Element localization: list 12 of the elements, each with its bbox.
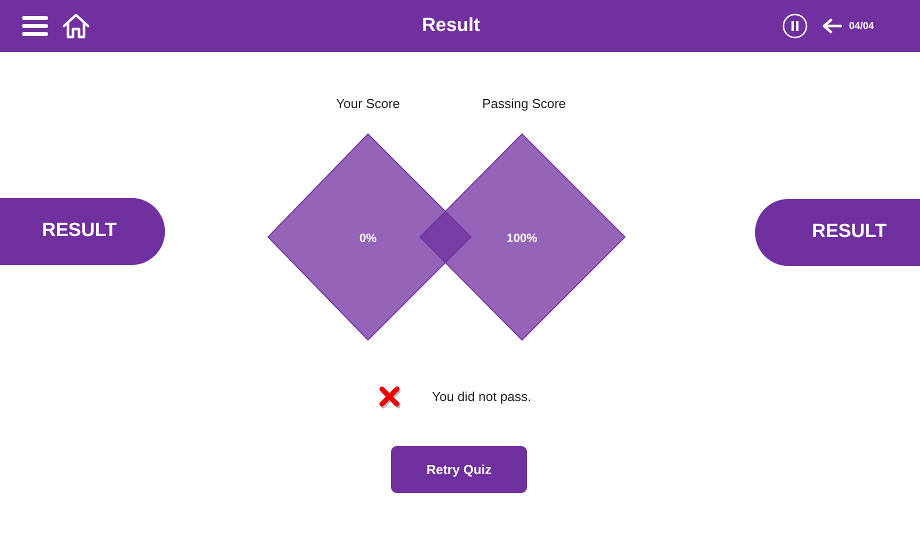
- result-message: You did not pass.: [432, 388, 532, 406]
- score-label: Your Score: [335, 95, 401, 113]
- pause-icon[interactable]: [782, 13, 808, 39]
- score-label: Passing Score: [481, 95, 567, 113]
- home-icon[interactable]: [62, 13, 90, 39]
- page-counter: 04/04: [848, 20, 874, 34]
- retry-button[interactable]: Retry Quiz: [391, 446, 527, 493]
- menu-icon[interactable]: [22, 15, 48, 37]
- screen-title: Result: [422, 14, 480, 38]
- score-value: 0%: [358, 230, 378, 247]
- score-value: 100%: [506, 230, 538, 247]
- back-arrow-icon[interactable]: [822, 18, 842, 34]
